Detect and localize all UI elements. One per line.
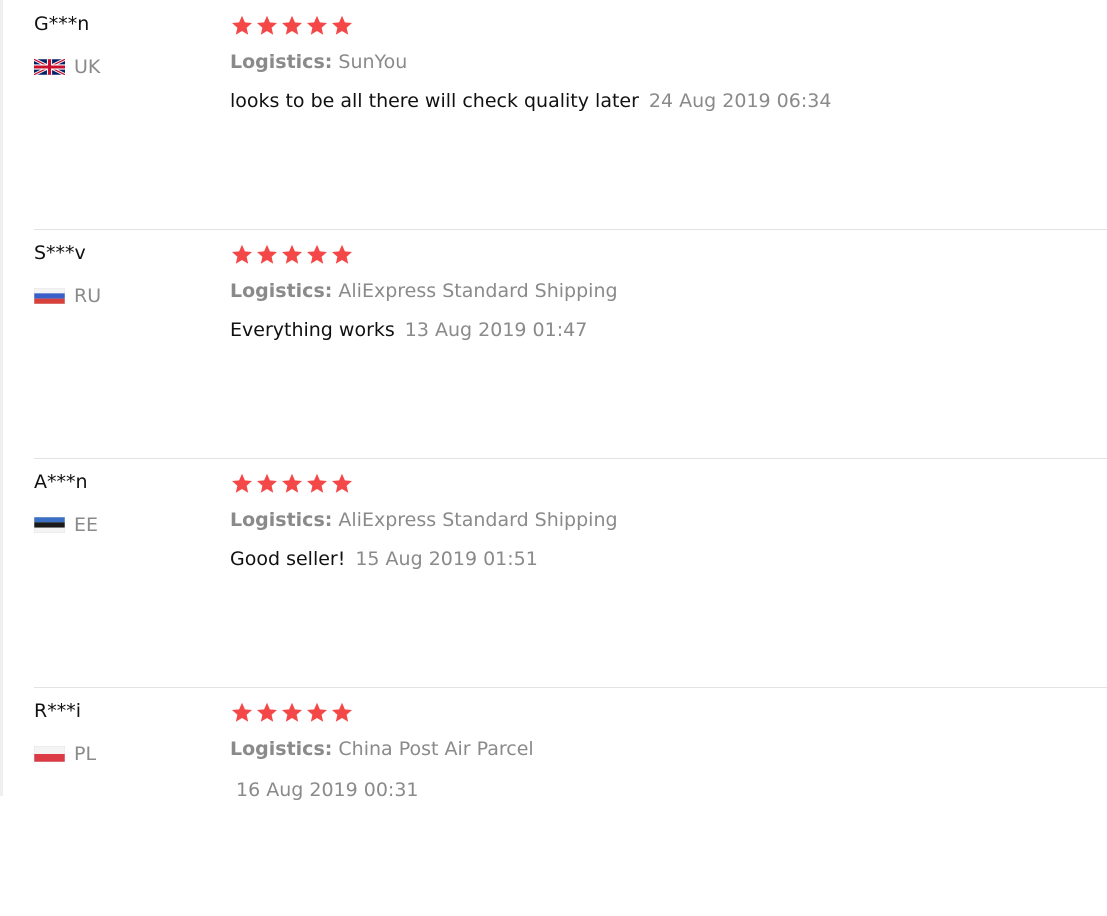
- reviewer-country: RU: [34, 285, 101, 307]
- star-icon: [332, 702, 352, 722]
- reviewer-name: S***v: [34, 242, 86, 264]
- star-icon: [232, 15, 252, 35]
- star-icon: [282, 473, 302, 493]
- star-icon: [307, 702, 327, 722]
- star-icon: [332, 15, 352, 35]
- star-rating: [230, 243, 354, 267]
- review-comment: Everything works: [230, 319, 395, 341]
- country-code: RU: [74, 285, 102, 307]
- reviewer-name: G***n: [34, 13, 90, 35]
- star-icon: [282, 15, 302, 35]
- logistics-value: AliExpress Standard Shipping: [338, 509, 618, 531]
- comment-line: Everything works 13 Aug 2019 01:47: [230, 319, 587, 341]
- ru-flag-icon: [34, 288, 65, 304]
- logistics-info: Logistics: AliExpress Standard Shipping: [230, 280, 618, 302]
- star-rating: [230, 14, 354, 38]
- logistics-value: AliExpress Standard Shipping: [338, 280, 618, 302]
- logistics-label: Logistics:: [230, 509, 333, 531]
- logistics-label: Logistics:: [230, 280, 333, 302]
- review-item: S***v RU Logistics: AliExpress Standard: [34, 229, 1107, 459]
- country-code: EE: [74, 514, 99, 536]
- pl-flag-icon: [34, 746, 65, 762]
- review-date: 15 Aug 2019 01:51: [355, 548, 538, 570]
- star-icon: [257, 15, 277, 35]
- star-icon: [232, 473, 252, 493]
- star-icon: [307, 244, 327, 264]
- star-icon: [332, 244, 352, 264]
- star-icon: [232, 244, 252, 264]
- star-rating: [230, 701, 354, 725]
- reviewer-country: UK: [34, 56, 100, 78]
- review-item: G***n UK Logistics: SunYou looks to be a…: [34, 0, 1107, 230]
- reviewer-country: EE: [34, 514, 98, 536]
- star-icon: [232, 702, 252, 722]
- logistics-value: SunYou: [338, 51, 408, 73]
- star-icon: [307, 473, 327, 493]
- star-icon: [307, 15, 327, 35]
- star-icon: [257, 702, 277, 722]
- star-icon: [282, 244, 302, 264]
- review-date: 13 Aug 2019 01:47: [404, 319, 588, 341]
- uk-flag-icon: [34, 59, 65, 75]
- logistics-info: Logistics: AliExpress Standard Shipping: [230, 509, 618, 531]
- review-date: 16 Aug 2019 00:31: [236, 779, 419, 801]
- logistics-value: China Post Air Parcel: [338, 738, 534, 760]
- reviewer-name: R***i: [34, 700, 81, 722]
- country-code: PL: [74, 743, 97, 765]
- logistics-info: Logistics: SunYou: [230, 51, 407, 73]
- ee-flag-icon: [34, 517, 65, 533]
- comment-line: looks to be all there will check quality…: [230, 90, 831, 112]
- logistics-label: Logistics:: [230, 738, 333, 760]
- review-comment: looks to be all there will check quality…: [230, 90, 639, 112]
- reviewer-country: PL: [34, 743, 96, 765]
- review-item: R***i PL Logistics: China Post Air Parce…: [34, 687, 1107, 916]
- logistics-info: Logistics: China Post Air Parcel: [230, 738, 534, 760]
- star-icon: [257, 244, 277, 264]
- review-item: A***n EE Logistics: AliExpress Standard: [34, 458, 1107, 688]
- star-icon: [332, 473, 352, 493]
- review-date: 24 Aug 2019 06:34: [648, 90, 832, 112]
- comment-line: Good seller! 15 Aug 2019 01:51: [230, 548, 538, 570]
- star-rating: [230, 472, 354, 496]
- star-icon: [257, 473, 277, 493]
- country-code: UK: [74, 56, 101, 78]
- left-border: [0, 0, 3, 796]
- reviewer-name: A***n: [34, 471, 88, 493]
- comment-line: 16 Aug 2019 00:31: [230, 779, 419, 801]
- review-comment: Good seller!: [230, 548, 346, 570]
- star-icon: [282, 702, 302, 722]
- logistics-label: Logistics:: [230, 51, 333, 73]
